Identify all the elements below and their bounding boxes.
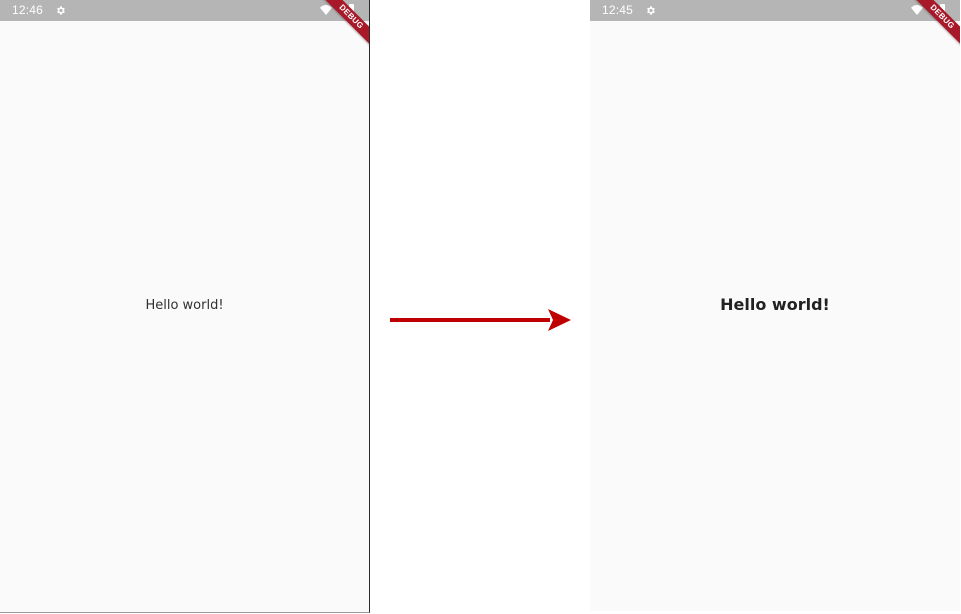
- hello-world-text: Hello world!: [720, 295, 830, 314]
- status-bar: 12:45: [590, 0, 960, 21]
- hello-world-text: Hello world!: [145, 298, 224, 313]
- battery-icon: [349, 4, 354, 16]
- status-time: 12:45: [602, 3, 634, 17]
- left-phone-screen: 12:46 DEBUG Hello world!: [0, 0, 370, 613]
- wifi-icon: [320, 5, 332, 15]
- status-time: 12:46: [12, 3, 44, 17]
- comparison-canvas: 12:46 DEBUG Hello world! 12:45 DEBUG Hel…: [0, 0, 961, 614]
- gear-icon: [647, 6, 655, 15]
- wifi-icon: [911, 5, 923, 15]
- gear-icon: [57, 6, 65, 15]
- right-phone-screen: 12:45 DEBUG Hello world!: [590, 0, 960, 611]
- battery-icon: [940, 4, 945, 16]
- status-bar: 12:46: [0, 0, 369, 21]
- right-arrow-icon: [390, 309, 571, 331]
